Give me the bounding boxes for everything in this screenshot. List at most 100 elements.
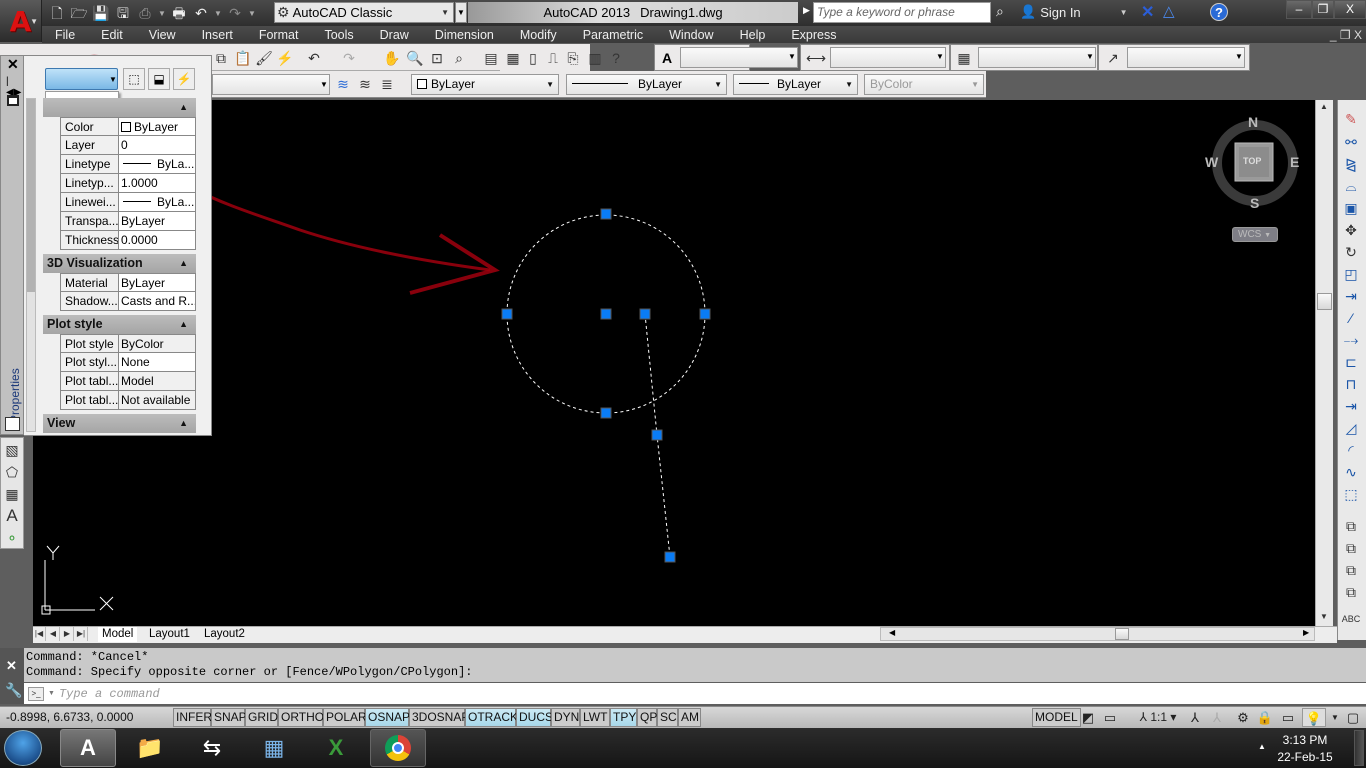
property-value[interactable]: ByLayer bbox=[119, 274, 195, 291]
layer-combo[interactable] bbox=[212, 74, 330, 95]
property-row[interactable]: Transpa... ByLayer bbox=[60, 212, 196, 231]
toggle-tpy[interactable]: TPY bbox=[610, 708, 637, 727]
binoculars-search-icon[interactable]: ⌕ bbox=[996, 3, 1004, 20]
break-icon[interactable]: ⊓ bbox=[1340, 375, 1362, 393]
toggle-lwt[interactable]: LWT bbox=[580, 708, 610, 727]
first-tab-icon[interactable]: |◀ bbox=[33, 627, 46, 641]
property-row[interactable]: Linewei... ByLa... bbox=[60, 193, 196, 212]
toggle-infer[interactable]: INFER bbox=[173, 708, 212, 727]
isolate-objects-lightbulb-icon[interactable]: 💡 bbox=[1302, 708, 1326, 727]
taskbar-file-explorer[interactable]: 📁 bbox=[122, 729, 178, 767]
copy-object-icon[interactable]: ⚯ bbox=[1340, 133, 1362, 151]
menu-insert[interactable]: Insert bbox=[189, 28, 246, 42]
system-clock[interactable]: 3:13 PM 22-Feb-15 bbox=[1270, 732, 1340, 766]
linetype-combo[interactable]: ByLayer ▼ bbox=[566, 74, 727, 95]
layer-previous-icon[interactable]: ≣ bbox=[378, 75, 396, 93]
chevron-down-icon[interactable]: ▼ bbox=[248, 9, 256, 18]
print-icon[interactable]: 🖶 bbox=[170, 4, 188, 22]
property-value[interactable]: ByLayer bbox=[119, 212, 195, 230]
toggle-polar[interactable]: POLAR bbox=[323, 708, 367, 727]
horizontal-scrollbar[interactable]: ◀ ▶ bbox=[880, 627, 1315, 641]
grip-line-mid[interactable] bbox=[651, 429, 663, 441]
menu-file[interactable]: File bbox=[42, 28, 88, 42]
compass-south[interactable]: S bbox=[1250, 195, 1259, 211]
move-icon[interactable]: ✥ bbox=[1340, 221, 1362, 239]
taskbar-network-switch[interactable]: ⇆ bbox=[184, 729, 240, 767]
chevron-down-icon[interactable]: ▼ bbox=[158, 9, 166, 18]
compass-north[interactable]: N bbox=[1248, 114, 1258, 130]
match-properties-icon[interactable]: 🖌 bbox=[255, 49, 273, 67]
workspace-switching-gear-icon[interactable]: ⚙ bbox=[1234, 708, 1252, 727]
compass-west[interactable]: W bbox=[1205, 154, 1218, 170]
palette-properties-menu-icon[interactable] bbox=[7, 95, 19, 106]
toggle-3dosnap[interactable]: 3DOSNAP bbox=[409, 708, 469, 727]
multileader-style-icon[interactable]: ↗ bbox=[1104, 49, 1122, 67]
menu-tools[interactable]: Tools bbox=[311, 28, 366, 42]
pan-hand-icon[interactable]: ✋ bbox=[383, 49, 401, 67]
scroll-thumb[interactable] bbox=[1115, 628, 1129, 640]
auto-scale-icon[interactable]: ⅄ bbox=[1208, 708, 1226, 727]
array-icon[interactable]: ▣ bbox=[1340, 199, 1362, 217]
add-selected-icon[interactable]: ⚬ bbox=[3, 529, 21, 547]
erase-icon[interactable]: ✎ bbox=[1340, 110, 1362, 128]
scroll-down-icon[interactable]: ▼ bbox=[1320, 612, 1328, 621]
block-editor-icon[interactable]: ⚡ bbox=[276, 49, 294, 67]
toggle-am[interactable]: AM bbox=[678, 708, 701, 727]
drawing-canvas[interactable] bbox=[33, 100, 1315, 626]
annotation-visibility-icon[interactable]: ⅄ bbox=[1186, 708, 1204, 727]
scroll-left-icon[interactable]: ◀ bbox=[889, 628, 895, 637]
minimize-button[interactable]: – bbox=[1286, 0, 1312, 19]
tab-layout1[interactable]: Layout1 bbox=[145, 627, 194, 642]
quick-view-layouts-icon[interactable]: ◩ bbox=[1079, 708, 1097, 727]
grip-line-end[interactable] bbox=[664, 551, 676, 563]
last-tab-icon[interactable]: ▶| bbox=[75, 627, 88, 641]
collapse-icon[interactable]: ▲ bbox=[179, 315, 188, 334]
property-row[interactable]: Plot styl... None bbox=[60, 353, 196, 372]
properties-icon[interactable]: ▤ bbox=[482, 49, 500, 67]
properties-palette-titlebar[interactable]: ✕ |◀▶ Properties bbox=[0, 55, 24, 435]
vertical-scrollbar[interactable]: ▲ ▼ bbox=[1315, 100, 1333, 626]
property-value[interactable]: None bbox=[119, 353, 195, 371]
viewcube[interactable]: N S E W TOP bbox=[1205, 113, 1305, 223]
text-style-icon[interactable]: A bbox=[658, 49, 676, 67]
grip-circle-left[interactable] bbox=[501, 308, 513, 320]
help-icon[interactable]: ? bbox=[607, 49, 625, 67]
table-style-icon[interactable]: ▦ bbox=[955, 49, 973, 67]
sheet-set-icon[interactable]: ⎍ bbox=[544, 49, 562, 67]
bring-to-front-icon[interactable]: ⧉ bbox=[1340, 517, 1362, 535]
chevron-down-icon[interactable]: ▼ bbox=[1330, 708, 1340, 727]
region-icon[interactable]: ⬠ bbox=[3, 463, 21, 481]
offset-icon[interactable]: ⌓ bbox=[1340, 177, 1362, 195]
model-space-toggle[interactable]: MODEL bbox=[1032, 708, 1081, 727]
customize-qat-button[interactable]: ▼ bbox=[455, 2, 467, 23]
property-row[interactable]: Plot style ByColor bbox=[60, 334, 196, 353]
hardware-acceleration-icon[interactable]: ▭ bbox=[1278, 708, 1298, 727]
grip-circle-center[interactable] bbox=[600, 308, 612, 320]
quick-view-drawings-icon[interactable]: ▭ bbox=[1100, 708, 1120, 727]
color-combo[interactable]: ByLayer ▼ bbox=[411, 74, 559, 95]
sign-in-button[interactable]: 👤 Sign In ▼ bbox=[1020, 4, 1128, 20]
toggle-qp[interactable]: QP bbox=[637, 708, 657, 727]
menu-express[interactable]: Express bbox=[778, 28, 849, 42]
markup-icon[interactable]: ⎘ bbox=[564, 49, 582, 67]
command-prompt-icon[interactable]: >_ bbox=[28, 686, 44, 701]
start-button[interactable] bbox=[4, 730, 42, 766]
toggle-pickadd-icon[interactable]: ⬚ bbox=[123, 68, 145, 90]
menu-parametric[interactable]: Parametric bbox=[570, 28, 656, 42]
zoom-previous-icon[interactable]: ⌕ bbox=[450, 49, 468, 67]
grip-line-start[interactable] bbox=[639, 308, 651, 320]
plotstyle-combo[interactable]: ByColor ▼ bbox=[864, 74, 984, 95]
property-row[interactable]: Linetyp... 1.0000 bbox=[60, 174, 196, 193]
stretch-icon[interactable]: ⇥ bbox=[1340, 287, 1362, 305]
property-row[interactable]: Plot tabl... Model bbox=[60, 372, 196, 391]
explode-icon[interactable]: ⬚ bbox=[1340, 485, 1362, 503]
restore-button[interactable]: ❐ bbox=[1312, 0, 1334, 19]
section-general[interactable]: ▲ bbox=[43, 98, 196, 117]
table-style-combo[interactable] bbox=[978, 47, 1096, 68]
scroll-thumb[interactable] bbox=[27, 99, 35, 292]
property-value[interactable]: ByLa... bbox=[119, 193, 195, 211]
menu-help[interactable]: Help bbox=[727, 28, 779, 42]
help-search-input[interactable]: Type a keyword or phrase bbox=[813, 2, 991, 23]
menu-dimension[interactable]: Dimension bbox=[422, 28, 507, 42]
scroll-thumb[interactable] bbox=[1317, 293, 1332, 310]
